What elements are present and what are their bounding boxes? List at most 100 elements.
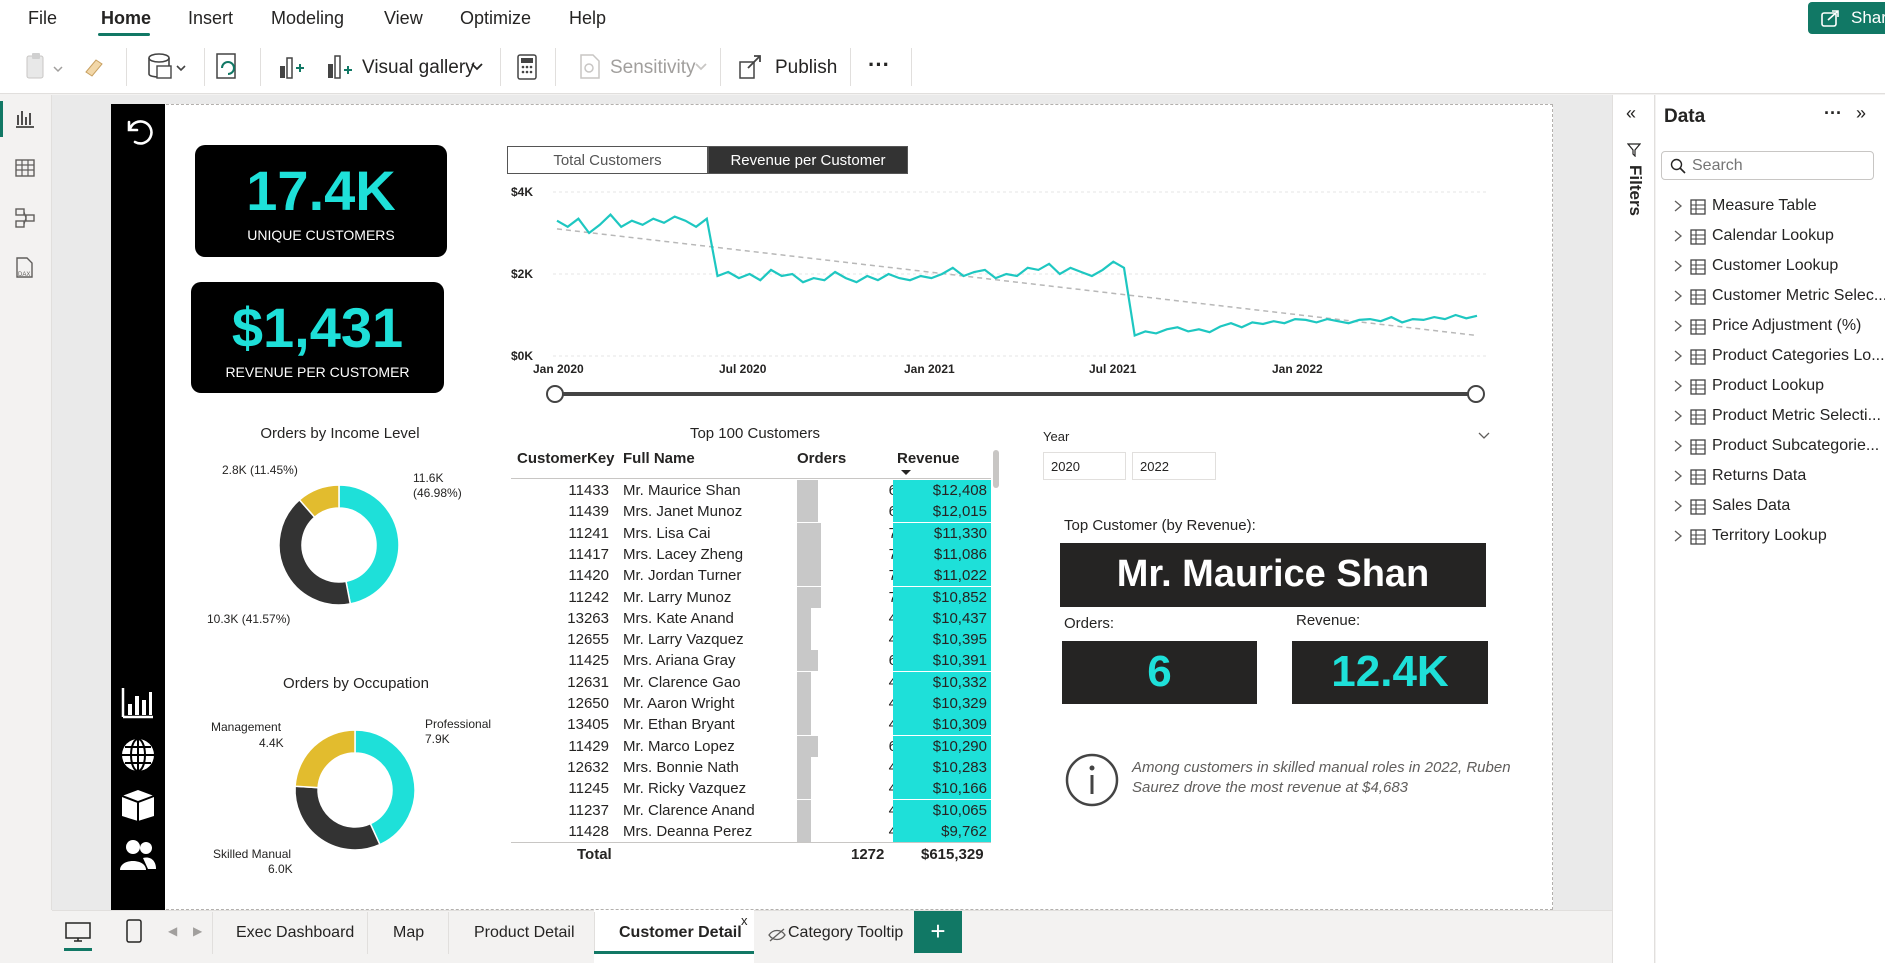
publish-icon[interactable] — [736, 52, 766, 82]
mobile-layout-icon[interactable] — [125, 918, 143, 944]
menu-help[interactable]: Help — [569, 8, 606, 29]
year-from-input[interactable]: 2020 — [1043, 452, 1126, 480]
box-nav-icon[interactable] — [119, 788, 157, 822]
chevron-right-icon[interactable] — [1672, 439, 1684, 453]
y-tick-label: $0K — [511, 349, 533, 363]
chevron-right-icon[interactable] — [1672, 469, 1684, 483]
menu-modeling[interactable]: Modeling — [271, 8, 344, 29]
total-label: Total — [577, 846, 612, 863]
table-row[interactable]: 11429 Mr. Marco Lopez 6$10,290 — [511, 735, 991, 757]
chevron-right-icon[interactable] — [1672, 349, 1684, 363]
table-row[interactable]: 12655 Mr. Larry Vazquez 4$10,395 — [511, 629, 991, 651]
calculator-icon[interactable] — [515, 52, 539, 82]
chevron-right-icon[interactable] — [1672, 229, 1684, 243]
back-arrow-icon[interactable] — [121, 114, 155, 148]
table-row[interactable]: 11237 Mr. Clarence Anand 4$10,065 — [511, 799, 991, 821]
collapse-panel-icon[interactable]: » — [1856, 103, 1866, 124]
sort-descending-icon[interactable] — [900, 469, 912, 477]
column-header[interactable]: Revenue — [897, 450, 960, 467]
menu-view[interactable]: View — [384, 8, 423, 29]
chevron-right-icon[interactable] — [1672, 379, 1684, 393]
toolbar-separator — [260, 48, 261, 86]
table-row[interactable]: 12631 Mr. Clarence Gao 4$10,332 — [511, 671, 991, 693]
table-view-icon[interactable] — [14, 157, 36, 179]
column-header[interactable]: Full Name — [623, 450, 695, 467]
table-row[interactable]: 11420 Mr. Jordan Turner 7$11,022 — [511, 565, 991, 587]
table-row[interactable]: 11428 Mrs. Deanna Perez 4$9,762 — [511, 820, 991, 842]
table-row[interactable]: 13263 Mrs. Kate Anand 4$10,437 — [511, 607, 991, 629]
tab-exec-dashboard[interactable]: Exec Dashboard — [236, 924, 354, 942]
data-search-box[interactable] — [1661, 151, 1874, 180]
table-row[interactable]: 12650 Mr. Aaron Wright 4$10,329 — [511, 693, 991, 714]
new-visual-icon[interactable] — [276, 52, 306, 82]
share-button[interactable]: Share — [1808, 2, 1885, 34]
menu-optimize[interactable]: Optimize — [460, 8, 531, 29]
dax-query-view-icon[interactable]: DAX — [12, 255, 38, 281]
model-view-icon[interactable] — [14, 207, 36, 229]
date-range-slider-track[interactable] — [556, 392, 1476, 396]
table-row[interactable]: 11433 Mr. Maurice Shan 6$12,408 — [511, 480, 991, 501]
chevron-right-icon[interactable] — [1672, 199, 1684, 213]
chevron-right-icon[interactable] — [1672, 409, 1684, 423]
column-header[interactable]: CustomerKey — [517, 450, 615, 467]
chevron-down-icon[interactable] — [470, 62, 484, 72]
desktop-layout-icon[interactable] — [64, 921, 92, 943]
table-scrollbar[interactable] — [993, 450, 999, 488]
publish-button[interactable]: Publish — [775, 57, 837, 79]
expand-panel-icon[interactable]: « — [1626, 103, 1636, 124]
scroll-tabs-right-icon[interactable]: ▶ — [193, 924, 202, 938]
paste-icon[interactable] — [24, 50, 66, 84]
visual-gallery-icon[interactable] — [324, 52, 354, 82]
chevron-right-icon[interactable] — [1672, 289, 1684, 303]
table-row[interactable]: 12632 Mrs. Bonnie Nath 4$10,283 — [511, 756, 991, 778]
visual-gallery-button[interactable]: Visual gallery — [362, 57, 475, 79]
total-customers-toggle[interactable]: Total Customers — [507, 146, 708, 174]
chevron-down-icon[interactable] — [1478, 432, 1490, 440]
table-row[interactable]: 13405 Mr. Ethan Bryant 4$10,309 — [511, 714, 991, 736]
tab-customer-detail[interactable]: Customer Detail — [619, 924, 742, 942]
tab-map[interactable]: Map — [393, 924, 424, 942]
chevron-right-icon[interactable] — [1672, 529, 1684, 543]
donut-slice[interactable] — [294, 729, 356, 789]
add-page-button[interactable]: + — [914, 911, 962, 953]
menu-file[interactable]: File — [28, 8, 57, 29]
table-row[interactable]: 11417 Mrs. Lacey Zheng 7$11,086 — [511, 543, 991, 565]
data-search-input[interactable] — [1692, 155, 1867, 177]
kpi-revenue-per-customer-card: $1,431 REVENUE PER CUSTOMER — [191, 282, 444, 393]
table-row[interactable]: 11425 Mrs. Ariana Gray 6$10,391 — [511, 650, 991, 672]
chevron-right-icon[interactable] — [1672, 499, 1684, 513]
date-slider-start-handle[interactable] — [546, 385, 564, 403]
menu-home[interactable]: Home — [101, 8, 151, 29]
donut-slice[interactable] — [294, 785, 381, 851]
format-painter-icon[interactable] — [82, 52, 108, 80]
revenue-per-customer-toggle[interactable]: Revenue per Customer — [708, 146, 908, 174]
get-data-icon[interactable] — [145, 50, 191, 84]
column-header[interactable]: Orders — [797, 450, 846, 467]
more-options-icon[interactable]: ··· — [868, 52, 890, 78]
date-slider-end-handle[interactable] — [1467, 385, 1485, 403]
close-tab-icon[interactable]: x — [741, 913, 748, 928]
tab-product-detail[interactable]: Product Detail — [474, 924, 575, 942]
data-table-name: Product Metric Selecti... — [1712, 407, 1881, 424]
table-row[interactable]: 11439 Mrs. Janet Munoz 6$12,015 — [511, 501, 991, 523]
bar-chart-nav-icon[interactable] — [119, 684, 157, 722]
table-row[interactable]: 11242 Mr. Larry Munoz 7$10,852 — [511, 586, 991, 608]
refresh-icon[interactable] — [214, 52, 242, 82]
full-name-cell: Mr. Larry Munoz — [623, 588, 732, 606]
scroll-tabs-left-icon[interactable]: ◀ — [168, 924, 177, 938]
filters-pane-collapsed[interactable]: « Filters — [1612, 95, 1655, 963]
menu-insert[interactable]: Insert — [188, 8, 233, 29]
report-view-icon[interactable] — [14, 107, 36, 129]
customers-nav-icon[interactable] — [119, 838, 157, 872]
table-row[interactable]: 11241 Mrs. Lisa Cai 7$11,330 — [511, 522, 991, 544]
data-table-name: Returns Data — [1712, 467, 1807, 484]
chevron-right-icon[interactable] — [1672, 319, 1684, 333]
table-icon — [1690, 529, 1706, 545]
tab-category-tooltip[interactable]: Category Tooltip — [788, 924, 903, 942]
more-options-icon[interactable]: ··· — [1824, 103, 1842, 124]
year-to-input[interactable]: 2022 — [1132, 452, 1216, 480]
chevron-right-icon[interactable] — [1672, 259, 1684, 273]
table-row[interactable]: 11245 Mr. Ricky Vazquez 4$10,166 — [511, 778, 991, 800]
donut-slice[interactable] — [338, 484, 400, 605]
globe-nav-icon[interactable] — [119, 736, 157, 774]
